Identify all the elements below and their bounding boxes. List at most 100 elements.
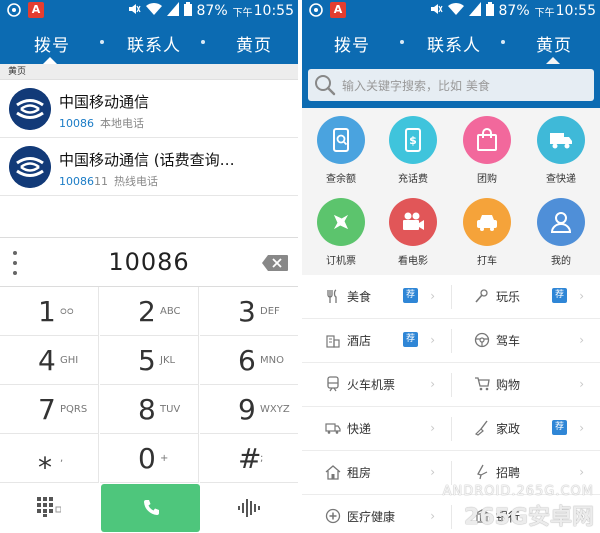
service-mine[interactable]: 我的 (524, 198, 598, 267)
key-7[interactable]: 7 PQRS (0, 385, 99, 434)
tab-contacts[interactable]: 联系人 (427, 31, 481, 56)
search-result[interactable]: 中国移动通信 (话费查询… 1008611 热线电话 (0, 138, 298, 196)
app-notification-icon: A (28, 2, 44, 18)
category-driving[interactable]: 驾车 › (451, 319, 600, 363)
tab-separator (100, 40, 104, 44)
tab-yellow-pages[interactable]: 黄页 (536, 31, 572, 56)
hide-keypad-icon[interactable] (37, 497, 61, 517)
service-grid: 查余额 $ 充话费 团购 查快递 订机票 看电影 打车 我的 (302, 108, 600, 275)
result-number: 10086 (59, 117, 94, 130)
result-name: 中国移动通信 (话费查询… (59, 151, 235, 169)
active-tab-indicator (43, 57, 57, 64)
category-row: 火车机票 › 购物 › (302, 363, 600, 407)
dial-actions (0, 483, 298, 533)
search-result[interactable]: 中国移动通信 10086 本地电话 (0, 80, 298, 138)
voice-input-icon[interactable] (238, 498, 260, 518)
clock: 10:55 (555, 3, 596, 19)
key-8[interactable]: 8 TUV (100, 385, 199, 434)
time-ampm: 下午 (534, 7, 555, 19)
train-icon (327, 376, 339, 392)
key-0[interactable]: 0 + (100, 434, 199, 483)
tab-separator (201, 40, 205, 44)
battery-percent: 87% (498, 3, 530, 19)
wifi-icon (145, 2, 162, 20)
key-star[interactable]: ⁎, (0, 434, 99, 483)
category-train-flight[interactable]: 火车机票 › (302, 363, 451, 407)
key-3[interactable]: 3 DEF (200, 287, 298, 336)
chevron-right-icon: › (579, 333, 584, 347)
chevron-right-icon: › (430, 333, 435, 347)
dialed-number: 10086 (108, 248, 190, 276)
recommended-badge: 荐 (552, 288, 567, 303)
service-taxi[interactable]: 打车 (450, 198, 524, 267)
search-input[interactable]: 输入关键字搜索，比如 美食 (308, 69, 594, 101)
service-movies[interactable]: 看电影 (376, 198, 450, 267)
search-icon (315, 75, 336, 96)
recommended-badge: 荐 (403, 288, 418, 303)
category-hotel[interactable]: 酒店 荐 › (302, 319, 451, 363)
status-bar: A 87% 下午 10:55 (302, 0, 600, 22)
tab-dial[interactable]: 拨号 (34, 31, 70, 56)
key-9[interactable]: 9 WXYZ (200, 385, 298, 434)
mute-icon (429, 2, 443, 20)
person-icon (537, 198, 585, 246)
category-express[interactable]: 快递 › (302, 407, 451, 451)
category-housekeeping[interactable]: 家政 荐 › (451, 407, 600, 451)
tab-bar: 拨号 联系人 黄页 (302, 22, 600, 64)
steering-wheel-icon (474, 332, 490, 348)
category-rent[interactable]: 租房 › (302, 451, 451, 495)
result-meta: 10086 本地电话 (59, 115, 144, 131)
chevron-right-icon: › (579, 465, 584, 479)
service-top-up[interactable]: $ 充话费 (376, 116, 450, 185)
category-row: 美食 荐 › 玩乐 荐 › (302, 275, 600, 319)
category-row: 酒店 荐 › 驾车 › (302, 319, 600, 363)
chevron-right-icon: › (579, 377, 584, 391)
key-hash[interactable]: #; (200, 434, 298, 483)
battery-icon (183, 2, 192, 20)
tab-separator (501, 40, 505, 44)
app-notification-icon: A (330, 2, 346, 18)
recommended-badge: 荐 (552, 420, 567, 435)
tab-yellow-pages[interactable]: 黄页 (236, 31, 272, 56)
phone-icon (144, 500, 159, 515)
result-type: 本地电话 (100, 117, 144, 130)
china-mobile-logo-icon (9, 88, 51, 130)
service-track-express[interactable]: 查快递 (524, 116, 598, 185)
tab-contacts[interactable]: 联系人 (127, 31, 181, 56)
key-1[interactable]: 1 ᴑᴑ (0, 287, 99, 336)
chevron-right-icon: › (430, 289, 435, 303)
china-mobile-logo-icon (9, 146, 51, 188)
tab-dial[interactable]: 拨号 (334, 31, 370, 56)
category-food[interactable]: 美食 荐 › (302, 275, 451, 319)
key-4[interactable]: 4 GHI (0, 336, 99, 385)
service-group-buy[interactable]: 团购 (450, 116, 524, 185)
wifi-icon (447, 2, 464, 20)
hotel-icon (326, 335, 340, 348)
tab-bar: 拨号 联系人 黄页 (0, 22, 298, 64)
key-5[interactable]: 5 JKL (100, 336, 199, 385)
play-icon (475, 289, 488, 303)
service-check-balance[interactable]: 查余额 (304, 116, 378, 185)
phone-search-icon (317, 116, 365, 164)
service-book-flight[interactable]: 订机票 (304, 198, 378, 267)
tab-separator (400, 40, 404, 44)
category-shopping[interactable]: 购物 › (451, 363, 600, 407)
backspace-icon[interactable] (262, 255, 288, 271)
category-medical[interactable]: 医疗健康 › (302, 495, 451, 533)
category-entertainment[interactable]: 玩乐 荐 › (451, 275, 600, 319)
key-6[interactable]: 6 MNO (200, 336, 298, 385)
active-tab-indicator (546, 57, 560, 64)
chevron-right-icon: › (579, 421, 584, 435)
result-type: 热线电话 (114, 175, 158, 188)
key-2[interactable]: 2 ABC (100, 287, 199, 336)
call-button[interactable] (101, 484, 200, 532)
movie-camera-icon (389, 198, 437, 246)
signal-icon (166, 2, 179, 20)
shopping-bag-icon (463, 116, 511, 164)
mute-icon (127, 2, 141, 20)
search-placeholder: 输入关键字搜索，比如 美食 (342, 79, 490, 93)
chevron-right-icon: › (430, 421, 435, 435)
battery-icon (485, 2, 494, 20)
signal-icon (468, 2, 481, 20)
yellow-pages-screen: A 87% 下午 10:55 拨号 联系人 黄页 输入关键字搜索，比如 美食 查… (302, 0, 600, 533)
